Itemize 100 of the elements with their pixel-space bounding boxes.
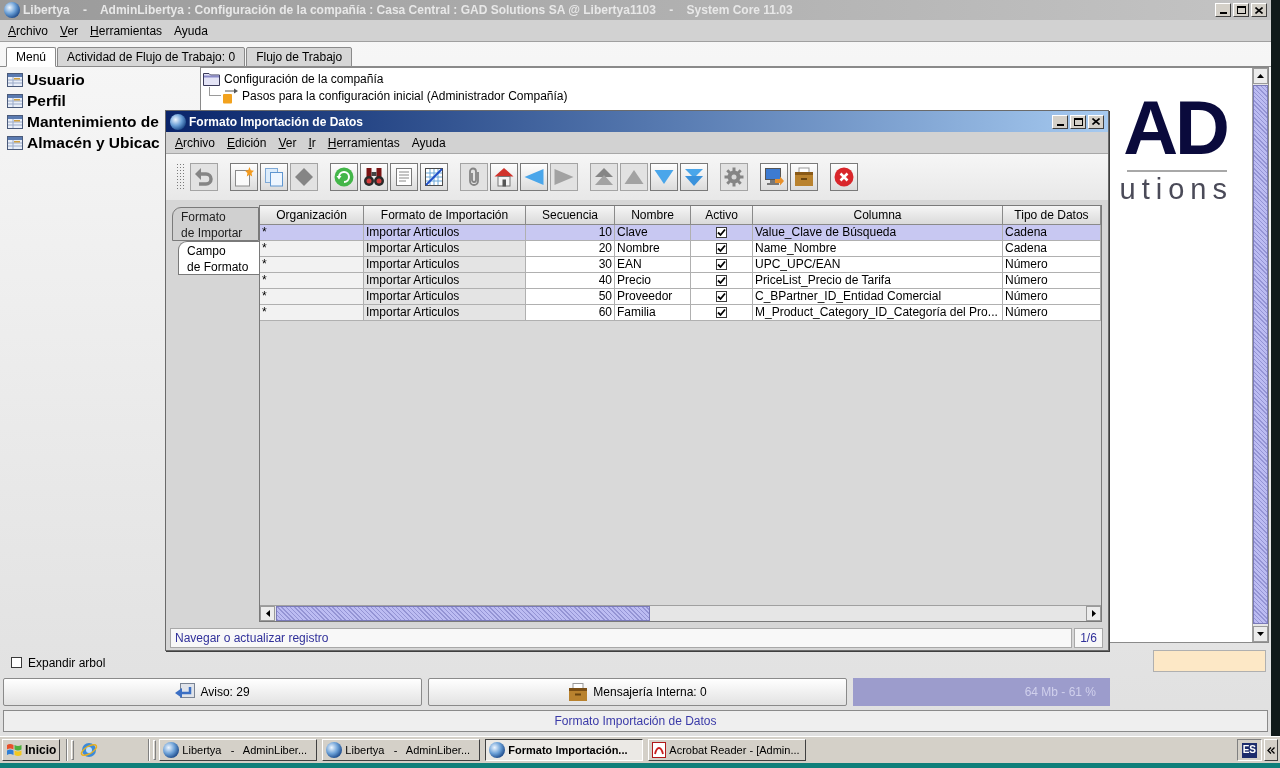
table-cell: * bbox=[260, 273, 364, 289]
checkbox[interactable] bbox=[716, 243, 727, 254]
arrow-right-icon bbox=[1091, 610, 1096, 617]
maximize-icon bbox=[1236, 6, 1246, 14]
checkbox[interactable] bbox=[716, 227, 727, 238]
taskbar-button[interactable]: Formato Importación... bbox=[485, 739, 644, 761]
table-cell: Importar Articulos bbox=[364, 241, 526, 257]
checkbox[interactable] bbox=[716, 275, 727, 286]
checkbox[interactable] bbox=[716, 259, 727, 270]
menu-item[interactable]: Ayuda bbox=[174, 21, 208, 40]
home-icon bbox=[494, 167, 514, 187]
close-icon bbox=[1092, 118, 1100, 125]
table-cell: * bbox=[260, 289, 364, 305]
taskbar-button[interactable]: Libertya - AdminLiber... bbox=[159, 739, 318, 761]
logo-tagline: utions bbox=[1119, 175, 1233, 204]
triangle-left-icon bbox=[524, 167, 544, 187]
scroll-up-button[interactable] bbox=[1253, 68, 1268, 84]
checkbox[interactable] bbox=[716, 291, 727, 302]
toolbar-button[interactable] bbox=[760, 163, 788, 191]
triangle-right-icon bbox=[554, 167, 574, 187]
language-indicator[interactable]: ES bbox=[1241, 742, 1257, 758]
column-header[interactable]: Formato de Importación bbox=[364, 206, 526, 225]
checkbox[interactable] bbox=[11, 657, 22, 668]
tab[interactable]: Actividad de Flujo de Trabajo: 0 bbox=[57, 47, 246, 67]
menu-item[interactable]: Herramientas bbox=[90, 21, 163, 40]
column-header[interactable]: Organización bbox=[260, 206, 364, 225]
table-row[interactable]: * Importar Articulos 10 Clave Value_Clave de Búsqueda Cadena bbox=[260, 225, 1101, 241]
column-header[interactable]: Columna bbox=[753, 206, 1003, 225]
taskbar-button[interactable]: Libertya - AdminLiber... bbox=[322, 739, 481, 761]
window-icon bbox=[7, 93, 23, 108]
record-count[interactable]: 1/6 bbox=[1074, 628, 1103, 648]
document-icon bbox=[652, 742, 667, 758]
window-icon bbox=[7, 72, 23, 87]
window-icon bbox=[7, 114, 23, 129]
table-row[interactable]: * Importar Articulos 20 Nombre Name_Nombre Cadena bbox=[260, 241, 1101, 257]
status-button[interactable]: Aviso: 29 bbox=[3, 678, 422, 706]
window-icon bbox=[7, 135, 23, 150]
text-field[interactable] bbox=[1153, 650, 1266, 672]
taskbar-button[interactable]: Acrobat Reader - [Admin... bbox=[648, 739, 807, 761]
tray-button[interactable] bbox=[1264, 739, 1278, 761]
close-button[interactable] bbox=[1088, 114, 1104, 129]
menu-item[interactable]: Herramientas bbox=[327, 133, 400, 152]
status-button[interactable]: Mensajería Interna: 0 bbox=[428, 678, 847, 706]
scroll-right-button[interactable] bbox=[1086, 606, 1101, 621]
tree-item[interactable]: Pasos para la configuración inicial (Administrador Compañía) bbox=[242, 86, 568, 105]
menu-item[interactable]: Edición bbox=[227, 133, 267, 152]
side-tab[interactable]: Campo de Formato bbox=[178, 241, 259, 275]
close-icon bbox=[1255, 6, 1263, 14]
table-row[interactable]: * Importar Articulos 50 Proveedor C_BPartner_ID_Entidad Comercial Número bbox=[260, 289, 1101, 305]
menu-item[interactable]: Archivo bbox=[175, 133, 216, 152]
maximize-button[interactable] bbox=[1233, 3, 1249, 17]
grid-icon bbox=[424, 167, 444, 187]
arrow-down-icon bbox=[1257, 632, 1264, 636]
table-cell: Importar Articulos bbox=[364, 257, 526, 273]
table-cell: M_Product_Category_ID_Categoría del Pro... bbox=[753, 305, 1003, 321]
copy-icon bbox=[264, 167, 284, 187]
menu-item[interactable]: Ver bbox=[60, 21, 79, 40]
table-row[interactable]: * Importar Articulos 60 Familia M_Product_Category_ID_Categoría del Pro... Número bbox=[260, 305, 1101, 321]
scrollbar-thumb[interactable] bbox=[276, 606, 650, 621]
column-header[interactable]: Secuencia bbox=[526, 206, 615, 225]
arrow-box-icon bbox=[175, 683, 196, 701]
side-tab[interactable]: Formato de Importar bbox=[172, 207, 259, 241]
toolbar-button[interactable] bbox=[490, 163, 518, 191]
column-header[interactable]: Tipo de Datos bbox=[1003, 206, 1101, 225]
table-cell: Importar Articulos bbox=[364, 289, 526, 305]
minimize-button[interactable] bbox=[1052, 114, 1068, 129]
toolbar-button[interactable] bbox=[420, 163, 448, 191]
minimize-icon bbox=[1219, 12, 1227, 14]
table-row[interactable]: * Importar Articulos 30 EAN UPC_UPC/EAN Número bbox=[260, 257, 1101, 273]
sphere-icon bbox=[326, 742, 343, 758]
column-header[interactable]: Nombre bbox=[615, 206, 691, 225]
binoculars-icon bbox=[364, 167, 384, 187]
column-header[interactable]: Activo bbox=[691, 206, 753, 225]
tab[interactable]: Menú bbox=[6, 47, 57, 67]
menu-item[interactable]: Ir bbox=[308, 133, 316, 152]
checkbox[interactable] bbox=[716, 307, 727, 318]
double-arrow-down-icon bbox=[684, 167, 704, 187]
table-cell: Importar Articulos bbox=[364, 273, 526, 289]
menu-item[interactable]: Archivo bbox=[8, 21, 49, 40]
maximize-button[interactable] bbox=[1070, 114, 1086, 129]
arrow-left-icon bbox=[265, 610, 270, 617]
close-icon bbox=[834, 167, 854, 187]
menu-item[interactable]: Ayuda bbox=[411, 133, 446, 152]
table-cell: 60 bbox=[526, 305, 615, 321]
tab[interactable]: Flujo de Trabajo bbox=[246, 47, 353, 67]
close-button[interactable] bbox=[1251, 3, 1267, 17]
minimize-icon bbox=[1056, 123, 1064, 126]
toolbar-button[interactable] bbox=[360, 163, 388, 191]
scroll-left-button[interactable] bbox=[260, 606, 275, 621]
sphere-icon bbox=[489, 742, 506, 758]
tree-item[interactable]: Configuración de la compañía bbox=[224, 69, 384, 88]
scroll-down-button[interactable] bbox=[1253, 626, 1268, 642]
refresh-icon bbox=[334, 167, 354, 187]
globe-icon[interactable] bbox=[80, 741, 99, 759]
document-icon bbox=[394, 167, 414, 187]
arrow-up-icon bbox=[1257, 74, 1264, 78]
start-button[interactable]: Inicio bbox=[2, 739, 61, 761]
menu-item[interactable]: Ver bbox=[278, 133, 297, 152]
table-row[interactable]: * Importar Articulos 40 Precio PriceList_Precio de Tarifa Número bbox=[260, 273, 1101, 289]
minimize-button[interactable] bbox=[1215, 3, 1231, 17]
